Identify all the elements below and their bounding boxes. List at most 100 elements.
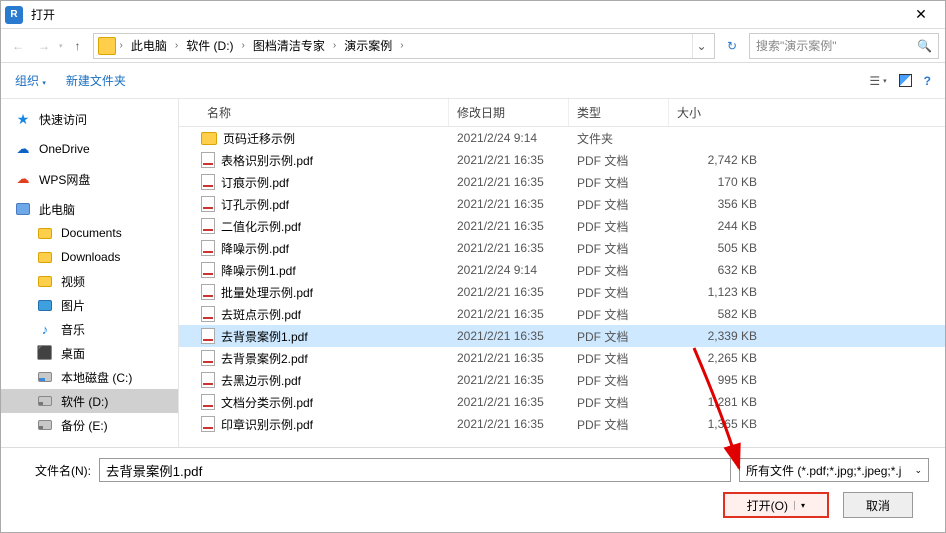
sidebar-item[interactable]: Documents (1, 221, 178, 245)
view-mode-icon[interactable]: ☰▾ (869, 74, 886, 88)
column-header-type[interactable]: 类型 (569, 99, 669, 126)
sidebar-item-label: 视频 (61, 273, 85, 290)
file-size: 244 KB (669, 219, 769, 233)
file-row[interactable]: 表格识别示例.pdf2021/2/21 16:35PDF 文档2,742 KB (179, 149, 945, 171)
file-type: PDF 文档 (569, 218, 669, 235)
filename-label: 文件名(N): (17, 462, 91, 479)
help-icon[interactable]: ? (924, 74, 931, 88)
sidebar-item[interactable]: 本地磁盘 (C:) (1, 365, 178, 389)
file-row[interactable]: 订痕示例.pdf2021/2/21 16:35PDF 文档170 KB (179, 171, 945, 193)
sidebar-item[interactable]: 软件 (D:) (1, 389, 178, 413)
file-type: PDF 文档 (569, 196, 669, 213)
file-row[interactable]: 去黑边示例.pdf2021/2/21 16:35PDF 文档995 KB (179, 369, 945, 391)
file-row[interactable]: 降噪示例1.pdf2021/2/24 9:14PDF 文档632 KB (179, 259, 945, 281)
file-row[interactable]: 批量处理示例.pdf2021/2/21 16:35PDF 文档1,123 KB (179, 281, 945, 303)
sidebar-item[interactable]: 此电脑 (1, 197, 178, 221)
preview-pane-icon[interactable] (899, 74, 912, 87)
file-type: PDF 文档 (569, 174, 669, 191)
file-type: PDF 文档 (569, 240, 669, 257)
file-type: PDF 文档 (569, 350, 669, 367)
column-header-date[interactable]: 修改日期 (449, 99, 569, 126)
file-type: PDF 文档 (569, 262, 669, 279)
file-type: PDF 文档 (569, 306, 669, 323)
file-type: 文件夹 (569, 130, 669, 147)
pdf-file-icon (201, 218, 215, 234)
column-header-size[interactable]: 大小 (669, 99, 769, 126)
search-input[interactable]: 搜索"演示案例" 🔍 (749, 33, 939, 59)
file-date: 2021/2/21 16:35 (449, 153, 569, 167)
file-row[interactable]: 降噪示例.pdf2021/2/21 16:35PDF 文档505 KB (179, 237, 945, 259)
file-name: 二值化示例.pdf (221, 218, 301, 235)
window-title: 打开 (31, 6, 901, 23)
sidebar-item[interactable]: 备份 (E:) (1, 413, 178, 437)
breadcrumb-item[interactable]: 软件 (D:) (182, 37, 237, 54)
file-date: 2021/2/21 16:35 (449, 219, 569, 233)
file-name: 去黑边示例.pdf (221, 372, 301, 389)
pdf-file-icon (201, 372, 215, 388)
file-row[interactable]: 订孔示例.pdf2021/2/21 16:35PDF 文档356 KB (179, 193, 945, 215)
file-date: 2021/2/24 9:14 (449, 131, 569, 145)
file-size: 582 KB (669, 307, 769, 321)
up-button[interactable]: ↑ (67, 35, 89, 57)
open-button[interactable]: 打开(O) ▾ (723, 492, 829, 518)
file-row[interactable]: 页码迁移示例2021/2/24 9:14文件夹 (179, 127, 945, 149)
new-folder-button[interactable]: 新建文件夹 (66, 72, 126, 89)
column-header-name[interactable]: 名称 (179, 99, 449, 126)
history-dropdown-icon[interactable]: ▾ (59, 42, 63, 50)
file-size: 632 KB (669, 263, 769, 277)
sidebar-item[interactable]: Downloads (1, 245, 178, 269)
chevron-right-icon: › (173, 40, 180, 51)
file-size: 2,742 KB (669, 153, 769, 167)
file-row[interactable]: 文档分类示例.pdf2021/2/21 16:35PDF 文档1,281 KB (179, 391, 945, 413)
file-type: PDF 文档 (569, 152, 669, 169)
breadcrumb[interactable]: › 此电脑 › 软件 (D:) › 图档清洁专家 › 演示案例 › ⌄ (93, 33, 715, 59)
sidebar-item-label: 此电脑 (39, 201, 75, 218)
file-date: 2021/2/21 16:35 (449, 197, 569, 211)
sidebar-item-label: 桌面 (61, 345, 85, 362)
sidebar-item-label: OneDrive (39, 142, 90, 156)
filename-input[interactable] (99, 458, 731, 482)
file-row[interactable]: 去背景案例2.pdf 2021/2/21 16:35PDF 文档2,265 KB (179, 347, 945, 369)
file-type-filter[interactable]: 所有文件 (*.pdf;*.jpg;*.jpeg;*.j ⌄ (739, 458, 929, 482)
breadcrumb-item[interactable]: 图档清洁专家 (249, 37, 329, 54)
file-name: 订孔示例.pdf (221, 196, 289, 213)
filter-text: 所有文件 (*.pdf;*.jpg;*.jpeg;*.j (746, 462, 901, 479)
file-type: PDF 文档 (569, 284, 669, 301)
sidebar-item[interactable]: ☁WPS网盘 (1, 167, 178, 191)
sidebar-item[interactable]: 图片 (1, 293, 178, 317)
app-icon: R (5, 6, 23, 24)
file-size: 505 KB (669, 241, 769, 255)
chevron-right-icon: › (331, 40, 338, 51)
breadcrumb-item[interactable]: 演示案例 (340, 37, 396, 54)
sidebar-item[interactable]: ⬛桌面 (1, 341, 178, 365)
cancel-button[interactable]: 取消 (843, 492, 913, 518)
file-row[interactable]: 印章识别示例.pdf2021/2/21 16:35PDF 文档1,365 KB (179, 413, 945, 435)
organize-menu[interactable]: 组织 ▾ (15, 72, 46, 89)
sidebar-item-label: 备份 (E:) (61, 417, 108, 434)
breadcrumb-item[interactable]: 此电脑 (127, 37, 171, 54)
file-size: 170 KB (669, 175, 769, 189)
refresh-icon[interactable]: ↻ (719, 33, 745, 59)
file-date: 2021/2/21 16:35 (449, 241, 569, 255)
sidebar-item[interactable]: ★快速访问 (1, 107, 178, 131)
file-name: 去背景案例1.pdf (221, 328, 308, 345)
sidebar-item[interactable]: 视频 (1, 269, 178, 293)
close-icon[interactable]: ✕ (901, 6, 941, 23)
folder-icon (201, 132, 217, 145)
file-type: PDF 文档 (569, 416, 669, 433)
sidebar-item[interactable]: ☁OneDrive (1, 137, 178, 161)
file-row[interactable]: 去背景案例1.pdf2021/2/21 16:35PDF 文档2,339 KB (179, 325, 945, 347)
file-row[interactable]: 二值化示例.pdf 2021/2/21 16:35PDF 文档244 KB (179, 215, 945, 237)
file-name: 去背景案例2.pdf (221, 350, 308, 367)
file-name: 批量处理示例.pdf (221, 284, 313, 301)
file-size: 995 KB (669, 373, 769, 387)
pdf-file-icon (201, 284, 215, 300)
file-row[interactable]: 去斑点示例.pdf2021/2/21 16:35PDF 文档582 KB (179, 303, 945, 325)
forward-button[interactable]: → (33, 35, 55, 57)
file-size: 2,265 KB (669, 351, 769, 365)
back-button[interactable]: ← (7, 35, 29, 57)
sidebar-item[interactable]: ♪音乐 (1, 317, 178, 341)
chevron-down-icon[interactable]: ⌄ (692, 34, 710, 58)
sidebar: ★快速访问 ☁OneDrive ☁WPS网盘此电脑 DocumentsDownload… (1, 99, 179, 447)
file-date: 2021/2/21 16:35 (449, 351, 569, 365)
